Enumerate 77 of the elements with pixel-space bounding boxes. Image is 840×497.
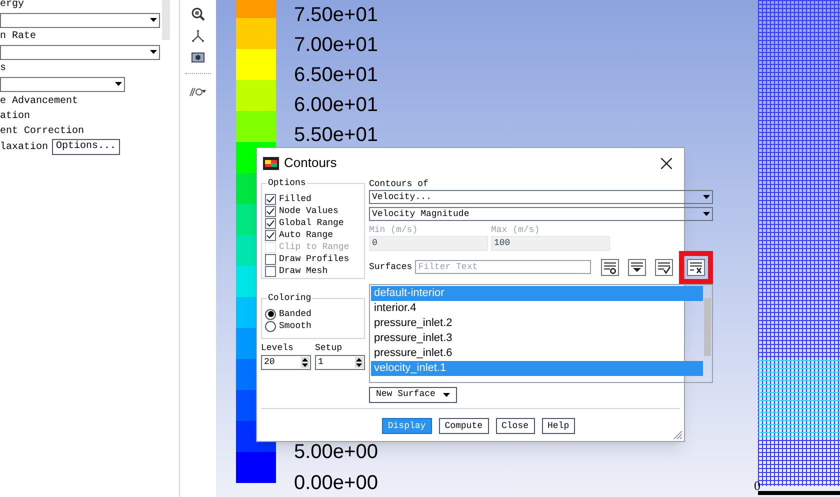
dropdown[interactable]: Velocity... (369, 190, 714, 204)
radio-label: Smooth (279, 320, 312, 332)
options-button[interactable]: Options... (52, 139, 120, 155)
option-label: ent Correction (0, 124, 86, 139)
spin-arrows-icon[interactable] (355, 357, 363, 368)
dropdown-arrow-icon (150, 18, 157, 23)
option-label: n Rate (0, 30, 38, 44)
checkbox[interactable] (265, 206, 276, 216)
legend-label: 7.00e+01 (294, 33, 378, 58)
radio-button[interactable] (265, 308, 276, 320)
dropdown[interactable] (0, 77, 125, 92)
scrollbar[interactable] (162, 0, 170, 40)
dropdown[interactable]: Velocity Magnitude (369, 207, 714, 221)
legend-label: 0.00e+00 (294, 471, 378, 496)
checkbox[interactable] (265, 266, 276, 276)
select-all-surfaces-icon[interactable] (655, 258, 674, 276)
checkbox-label: Draw Mesh (279, 265, 328, 277)
checkbox-label: Draw Profiles (279, 253, 350, 265)
checkbox[interactable] (265, 230, 276, 240)
list-item[interactable]: pressure_inlet.6 (371, 346, 704, 361)
dropdown[interactable] (0, 45, 160, 60)
spin-box[interactable]: 20 (261, 355, 311, 370)
field-label: Min (m/s) (369, 224, 419, 236)
list-item[interactable]: pressure_inlet.2 (371, 316, 704, 331)
filter-field[interactable]: Filter Text (415, 260, 592, 274)
field-label: Contours of (369, 178, 430, 190)
legend-label: 7.50e+01 (294, 3, 378, 28)
checkbox-label: Node Values (279, 205, 338, 217)
dropdown[interactable] (0, 13, 160, 28)
option-label: e Advancement (0, 94, 80, 109)
list-item[interactable]: pressure_inlet.3 (371, 331, 704, 346)
legend-label: 6.50e+01 (294, 63, 378, 88)
field-label: Surfaces (369, 261, 412, 273)
option-label: ation (0, 110, 32, 124)
resize-grip-icon[interactable] (673, 430, 683, 440)
dialog-button[interactable]: Help (542, 418, 576, 434)
zoom-icon[interactable] (191, 7, 205, 21)
group-title: Coloring (267, 293, 312, 304)
axes-icon[interactable] (191, 29, 205, 43)
group-title: Options (267, 178, 307, 189)
dropdown-arrow-icon (703, 194, 710, 200)
checkbox-label: Auto Range (279, 229, 334, 241)
new-surface-button[interactable]: New Surface (369, 387, 458, 403)
contour-plot-icon (263, 156, 279, 170)
field-label: Setup (315, 342, 344, 355)
legend-label: 5.00e+00 (294, 440, 378, 465)
spin-box[interactable]: 1 (315, 355, 365, 370)
field-label: Max (m/s) (491, 224, 541, 236)
checkbox-label: Clip to Range (279, 241, 350, 253)
checkbox[interactable] (265, 254, 276, 264)
dialog-button[interactable]: Compute (438, 418, 488, 434)
axis-label: 0 (754, 477, 760, 495)
radio-button[interactable] (265, 320, 276, 332)
checkbox[interactable] (265, 218, 276, 228)
option-label: s (0, 62, 8, 76)
dropdown-arrow-icon (443, 392, 450, 398)
option-label: ergy (0, 0, 26, 12)
create-surfaces-icon[interactable] (601, 258, 620, 276)
dialog-title: Contours (284, 154, 338, 172)
spin-arrows-icon[interactable] (301, 357, 309, 368)
dropdown-arrow-icon (703, 212, 710, 216)
legend-label: 5.50e+01 (294, 123, 378, 148)
option-label: laxation (0, 140, 48, 154)
radio-label: Banded (279, 308, 312, 320)
probe-dropdown-icon[interactable] (189, 86, 207, 98)
legend-label: 6.00e+01 (294, 93, 378, 118)
checkbox-label: Filled (279, 193, 312, 205)
dialog-button[interactable]: Close (496, 418, 535, 434)
dropdown-arrow-icon (150, 50, 157, 55)
field-label: Levels (261, 342, 294, 355)
dropdown-arrow-icon (115, 82, 122, 87)
list-item[interactable]: interior.4 (371, 301, 704, 316)
checkbox-label: Global Range (279, 217, 344, 229)
select-surfaces-icon[interactable] (628, 258, 646, 276)
checkbox[interactable] (265, 194, 276, 204)
camera-icon[interactable] (191, 51, 205, 63)
deselect-all-surfaces-icon[interactable] (687, 258, 706, 276)
